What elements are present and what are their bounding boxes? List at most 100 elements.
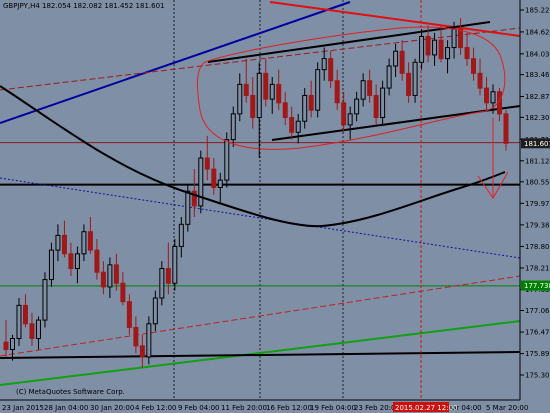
chart-svg: 185.220 184.625 184.030 183.465 182.870 182.3… <box>0 0 550 413</box>
candle-body <box>68 253 74 270</box>
candle-body <box>29 323 35 340</box>
candle-body <box>230 113 236 141</box>
y-tick-label: 184.625 <box>525 28 550 36</box>
candle-body <box>308 94 314 111</box>
candle-body <box>237 83 243 115</box>
candle-body <box>35 319 41 340</box>
x-tick-label: 9 Feb 04:00 <box>178 404 219 412</box>
y-tick-label: 183.465 <box>525 71 550 79</box>
candle-body <box>321 58 327 71</box>
y-tick-label: 179.970 <box>525 200 550 208</box>
x-tick-label: 5 Mar 20:00 <box>486 404 528 412</box>
price-tag-text-0: 181.601 <box>524 140 550 148</box>
candle-body <box>315 69 321 111</box>
candle-body <box>256 72 262 119</box>
candle-body <box>503 113 509 144</box>
vertical-marker-tag-text: 2015.02.27 12:00 <box>395 404 457 412</box>
x-tick-label: 16 Feb 12:00 <box>266 404 312 412</box>
candle-body <box>484 87 490 104</box>
x-tick-label: 30 Jan 20:00 <box>90 404 134 412</box>
candle-body <box>87 231 93 251</box>
y-tick-label: 181.125 <box>525 157 550 165</box>
candle-body <box>354 98 360 115</box>
candle-body <box>224 139 230 181</box>
y-tick-label: 184.030 <box>525 50 550 58</box>
candle-body <box>243 83 249 96</box>
candle-body <box>74 253 80 270</box>
y-tick-label: 176.475 <box>525 329 550 337</box>
candle-body <box>386 65 392 89</box>
candle-body <box>445 47 451 60</box>
y-tick-label: 178.215 <box>525 264 550 272</box>
candle-body <box>22 304 28 325</box>
y-tick-label: 182.305 <box>525 114 550 122</box>
candle-body <box>198 157 204 207</box>
y-tick-label: 177.060 <box>525 307 550 315</box>
candle-body <box>477 72 483 89</box>
y-tick-label: 180.555 <box>525 178 550 186</box>
candle-body <box>81 231 87 255</box>
candle-body <box>211 168 217 189</box>
candle-body <box>185 190 191 225</box>
candle-body <box>289 117 295 133</box>
candle-body <box>217 179 223 189</box>
candle-body <box>204 157 210 170</box>
candle-body <box>55 234 61 251</box>
candle-body <box>432 39 438 56</box>
candle-body <box>263 72 269 100</box>
x-tick-label: 28 Jan 04:00 <box>44 404 88 412</box>
candle-body <box>107 264 113 288</box>
y-tick-label: 185.220 <box>525 7 550 15</box>
x-tick-label: 19 Feb 04:00 <box>310 404 356 412</box>
x-tick-label: 11 Feb 20:00 <box>221 404 267 412</box>
candle-body <box>295 120 301 133</box>
candle-body <box>406 72 412 96</box>
candle-body <box>334 80 340 104</box>
candle-body <box>165 268 171 284</box>
y-tick-label: 175.890 <box>525 350 550 358</box>
x-tick-label: 4 Feb 12:00 <box>135 404 176 412</box>
candle-body <box>126 301 132 328</box>
candle-body <box>269 83 275 100</box>
symbol-header: GBPJPY,H4 182.054 182.082 181.452 181.60… <box>3 2 165 10</box>
candle-body <box>451 28 457 49</box>
candle-body <box>16 304 22 340</box>
x-tick-label: 23 Jan 2015 <box>2 404 44 412</box>
candle-body <box>61 234 67 255</box>
candle-body <box>139 345 145 358</box>
candle-body <box>302 94 308 122</box>
candle-body <box>9 338 15 351</box>
y-tick-label: 179.385 <box>525 221 550 229</box>
price-tag-text-1: 177.738 <box>524 282 550 290</box>
candle-body <box>471 58 477 74</box>
candle-body <box>276 83 282 104</box>
candle-body <box>438 39 444 60</box>
candle-body <box>347 113 353 126</box>
candle-body <box>48 249 54 281</box>
candle-body <box>458 28 464 49</box>
candle-body <box>250 94 256 119</box>
candle-body <box>328 58 334 82</box>
copyright-text: (C) MetaQuotes Software Corp. <box>16 388 125 396</box>
candle-body <box>178 223 184 247</box>
y-tick-label: 182.870 <box>525 93 550 101</box>
candle-body <box>152 297 158 325</box>
candle-body <box>159 268 165 299</box>
y-tick-label: 175.309 <box>525 372 550 380</box>
candle-body <box>393 50 399 67</box>
candle-body <box>425 36 431 56</box>
candle-body <box>341 102 347 126</box>
candle-body <box>133 326 139 347</box>
candle-body <box>380 87 386 119</box>
candle-body <box>42 279 48 321</box>
candle-body <box>282 102 288 119</box>
candle-body <box>146 323 152 358</box>
candle-body <box>3 341 9 351</box>
candle-body <box>490 91 496 104</box>
chart: 185.220 184.625 184.030 183.465 182.870 182.3… <box>0 0 550 413</box>
y-tick-label: 178.800 <box>525 243 550 251</box>
candle-body <box>120 282 126 303</box>
candle-body <box>172 245 178 284</box>
candle-body <box>419 36 425 63</box>
candle-body <box>94 249 100 273</box>
